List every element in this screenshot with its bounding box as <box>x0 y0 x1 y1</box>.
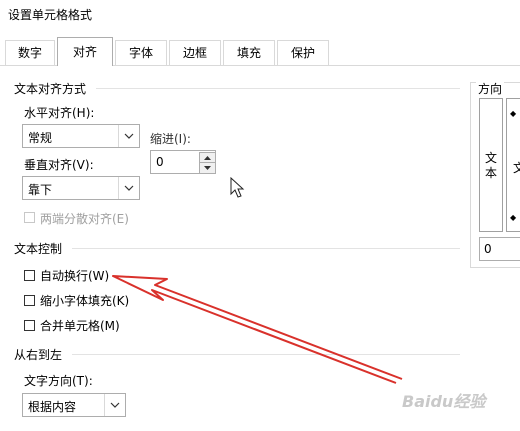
watermark-logo: Baidu经验 <box>402 392 486 411</box>
tab-alignment[interactable]: 对齐 <box>57 37 113 66</box>
